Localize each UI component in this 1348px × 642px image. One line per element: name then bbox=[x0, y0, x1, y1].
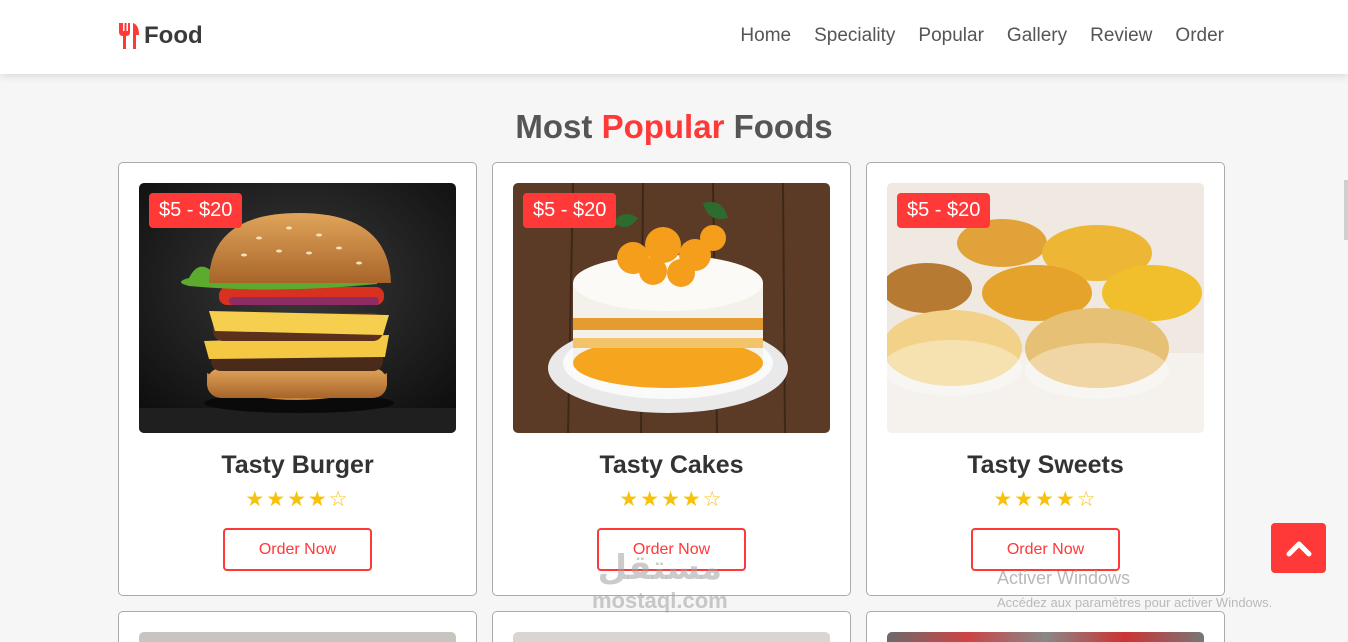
food-card-burger: $5 - $20 Tasty Burger ★★★★☆ Order Now bbox=[118, 162, 477, 596]
chevron-up-icon bbox=[1286, 541, 1311, 557]
nav-order[interactable]: Order bbox=[1175, 25, 1224, 47]
scrollbar-thumb[interactable] bbox=[1344, 180, 1348, 240]
food-card-sweets: $5 - $20 Tasty Sweets ★★★★☆ Order Now bbox=[866, 162, 1225, 596]
card-title: Tasty Burger bbox=[221, 451, 374, 479]
activation-subtitle: Accédez aux paramètres pour activer Wind… bbox=[997, 595, 1273, 610]
nav-speciality[interactable]: Speciality bbox=[814, 25, 895, 47]
nav-popular[interactable]: Popular bbox=[918, 25, 984, 47]
star-icon: ★ bbox=[245, 488, 267, 511]
star-outline-icon: ☆ bbox=[1076, 488, 1098, 511]
section-title: Most Popular Foods bbox=[0, 108, 1348, 146]
logo[interactable]: Food bbox=[118, 22, 203, 50]
star-icon: ★ bbox=[1014, 488, 1036, 511]
card-title: Tasty Cakes bbox=[599, 451, 744, 479]
star-outline-icon: ☆ bbox=[702, 488, 724, 511]
title-part-2: Foods bbox=[733, 108, 833, 145]
windows-activation-notice: Activer Windows Accédez aux paramètres p… bbox=[997, 568, 1272, 610]
food-card-cake: $5 - $20 Tasty Cakes ★★★★☆ Order Now bbox=[492, 162, 851, 596]
main-nav: Home Speciality Popular Gallery Review O… bbox=[740, 25, 1224, 47]
food-card-row2-1 bbox=[118, 611, 477, 642]
star-icon: ★ bbox=[619, 488, 641, 511]
star-icon: ★ bbox=[661, 488, 682, 511]
star-icon: ★ bbox=[307, 488, 329, 511]
activation-title: Activer Windows bbox=[997, 568, 1131, 588]
card-image bbox=[513, 632, 830, 642]
star-outline-icon: ☆ bbox=[328, 488, 350, 511]
scroll-top-button[interactable] bbox=[1271, 523, 1326, 573]
food-card-row2-2 bbox=[492, 611, 851, 642]
food-card-row2-3 bbox=[866, 611, 1225, 642]
star-icon: ★ bbox=[1055, 488, 1077, 511]
watermark-url: mostaql.com bbox=[592, 588, 728, 613]
card-title: Tasty Sweets bbox=[967, 451, 1124, 479]
utensils-icon bbox=[119, 23, 139, 49]
price-badge: $5 - $20 bbox=[149, 193, 243, 228]
star-rating: ★★★★☆ bbox=[867, 487, 1224, 512]
price-badge: $5 - $20 bbox=[897, 193, 991, 228]
star-rating: ★★★★☆ bbox=[493, 487, 850, 512]
order-now-button[interactable]: Order Now bbox=[971, 528, 1120, 571]
star-icon: ★ bbox=[1035, 488, 1056, 511]
star-icon: ★ bbox=[681, 488, 703, 511]
nav-review[interactable]: Review bbox=[1090, 25, 1152, 47]
title-accent: Popular bbox=[601, 108, 725, 145]
star-icon: ★ bbox=[287, 488, 308, 511]
order-now-button[interactable]: Order Now bbox=[223, 528, 372, 571]
site-watermark: مستقل mostaql.com bbox=[592, 548, 728, 614]
card-image bbox=[887, 632, 1204, 642]
star-icon: ★ bbox=[993, 488, 1015, 511]
price-badge: $5 - $20 bbox=[523, 193, 617, 228]
site-header: Food Home Speciality Popular Gallery Rev… bbox=[0, 0, 1348, 74]
nav-gallery[interactable]: Gallery bbox=[1007, 25, 1067, 47]
logo-text: Food bbox=[144, 22, 203, 49]
watermark-arabic: مستقل bbox=[597, 549, 723, 587]
title-part-1: Most bbox=[515, 108, 593, 145]
star-icon: ★ bbox=[640, 488, 662, 511]
card-image bbox=[139, 632, 456, 642]
star-rating: ★★★★☆ bbox=[119, 487, 476, 512]
nav-home[interactable]: Home bbox=[740, 25, 791, 47]
star-icon: ★ bbox=[266, 488, 288, 511]
